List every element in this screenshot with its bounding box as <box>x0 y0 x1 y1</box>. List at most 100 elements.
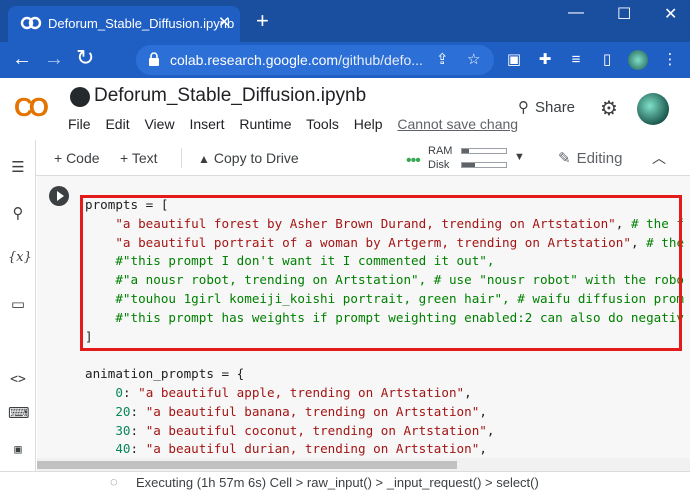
code-token: , <box>464 384 472 400</box>
collapse-header-icon[interactable]: ︿ <box>652 148 666 168</box>
reload-icon[interactable]: ↻ <box>76 47 94 69</box>
profile-avatar-icon[interactable] <box>628 50 648 70</box>
avatar[interactable] <box>637 93 669 125</box>
url-text: colab.research.google.com/github/defo... <box>170 52 423 68</box>
scrollbar-thumb[interactable] <box>37 461 457 469</box>
code-token: 40 <box>115 441 131 457</box>
connected-check-icon: ••• <box>406 152 421 169</box>
url-host: colab.research.google.com <box>170 52 339 68</box>
ram-bar <box>461 148 507 154</box>
browser-tab-bar: Deforum_Stable_Diffusion.ipynb ✕ + — ☐ ✕ <box>0 0 690 42</box>
code-token: 20 <box>115 403 131 419</box>
share-icon: ⚲ <box>518 99 529 116</box>
code-line: 30: "a beautiful coconut, trending on Ar… <box>85 422 684 441</box>
colab-header: CO Deforum_Stable_Diffusion.ipynb File E… <box>0 78 690 140</box>
github-icon <box>70 87 90 107</box>
menu-tools[interactable]: Tools <box>306 116 339 132</box>
menu-insert[interactable]: Insert <box>189 116 224 132</box>
code-line: 0: "a beautiful apple, trending on Artst… <box>85 384 684 403</box>
code-line: animation_prompts = { <box>85 365 684 384</box>
notebook-toolbar: + Code + Text ▲ Copy to Drive ••• RAM Dis… <box>0 140 690 176</box>
terminal-icon[interactable]: ▣ <box>8 439 28 459</box>
run-cell-button[interactable] <box>49 186 69 206</box>
back-arrow-icon[interactable]: ← <box>12 48 32 70</box>
runtime-dropdown-icon[interactable]: ▼ <box>514 151 525 163</box>
horizontal-scrollbar[interactable] <box>37 458 690 471</box>
code-line: 40: "a beautiful durian, trending on Art… <box>85 440 684 459</box>
command-palette-icon[interactable]: ⌨ <box>8 404 30 424</box>
forward-arrow-icon[interactable]: → <box>44 48 64 70</box>
share-button[interactable]: ⚲ Share <box>518 98 575 116</box>
copy-to-drive-button[interactable]: ▲ Copy to Drive <box>198 150 299 166</box>
code-token: 0 <box>115 384 123 400</box>
colab-favicon-icon <box>20 16 42 30</box>
pencil-icon: ✎ <box>558 150 571 167</box>
side-panel-icon[interactable]: ▯ <box>597 50 617 70</box>
code-snippets-icon[interactable]: <> <box>8 370 28 390</box>
code-token: animation_prompts = { <box>85 366 245 382</box>
code-token: , <box>479 403 487 419</box>
url-field[interactable]: colab.research.google.com/github/defo...… <box>136 45 494 75</box>
share-page-icon[interactable]: ⇪ <box>436 50 449 68</box>
browser-menu-icon[interactable]: ⋮ <box>660 50 680 70</box>
ram-bar-fill <box>462 149 469 153</box>
add-code-button[interactable]: + Code <box>54 150 100 166</box>
tab-close-icon[interactable]: ✕ <box>218 13 231 31</box>
menu-help[interactable]: Help <box>354 116 383 132</box>
code-line: 20: "a beautiful banana, trending on Art… <box>85 403 684 422</box>
resource-indicator[interactable]: ••• RAM Disk <box>406 144 516 174</box>
menu-view[interactable]: View <box>144 116 174 132</box>
bookmark-star-icon[interactable]: ☆ <box>467 50 480 68</box>
tab-title: Deforum_Stable_Diffusion.ipynb <box>48 16 235 31</box>
menu-edit[interactable]: Edit <box>105 116 129 132</box>
minimize-icon[interactable]: — <box>568 4 584 22</box>
browser-tab[interactable]: Deforum_Stable_Diffusion.ipynb ✕ <box>8 6 240 42</box>
window-close-icon[interactable]: ✕ <box>664 4 677 24</box>
code-token: : <box>122 384 139 400</box>
search-icon[interactable]: ⚲ <box>8 204 28 224</box>
lock-icon <box>149 52 159 66</box>
editing-label: Editing <box>576 150 623 167</box>
drive-icon: ▲ <box>198 152 210 166</box>
code-token: : <box>130 441 146 457</box>
code-cell[interactable]: prompts = [ "a beautiful forest by Asher… <box>37 176 690 458</box>
settings-gear-icon[interactable]: ⚙ <box>600 96 618 121</box>
code-token: : <box>130 403 146 419</box>
maximize-icon[interactable]: ☐ <box>617 4 631 24</box>
editing-mode-button[interactable]: ✎ Editing <box>558 149 622 167</box>
logo-text: CO <box>14 92 49 122</box>
code-token: "a beautiful banana, trending on Artstat… <box>145 403 480 419</box>
menu-file[interactable]: File <box>68 116 91 132</box>
table-of-contents-icon[interactable]: ☰ <box>8 158 28 178</box>
reading-list-icon[interactable]: ≡ <box>566 50 586 70</box>
share-label: Share <box>535 99 576 116</box>
status-bar: ◌ Executing (1h 57m 6s) Cell > raw_input… <box>0 471 690 493</box>
code-token: "a beautiful coconut, trending on Artsta… <box>145 422 487 438</box>
notebook-title[interactable]: Deforum_Stable_Diffusion.ipynb <box>94 85 366 107</box>
copy-to-drive-label: Copy to Drive <box>213 150 299 166</box>
extension-icon[interactable]: ▣ <box>504 50 524 70</box>
disk-bar-fill <box>462 163 476 167</box>
variables-icon[interactable]: {x} <box>8 248 32 268</box>
add-text-button[interactable]: + Text <box>120 150 158 166</box>
notebook-main: prompts = [ "a beautiful forest by Asher… <box>37 176 690 471</box>
code-token: , <box>479 441 487 457</box>
menu-runtime[interactable]: Runtime <box>239 116 291 132</box>
unsaved-notice-link[interactable]: Cannot save chang <box>397 116 518 132</box>
menu-bar: File Edit View Insert Runtime Tools Help… <box>68 116 529 132</box>
files-folder-icon[interactable]: ▭ <box>8 295 28 315</box>
code-token: "a beautiful durian, trending on Artstat… <box>145 441 480 457</box>
colab-logo[interactable]: CO <box>14 92 49 123</box>
url-path: /github/defo... <box>338 52 423 68</box>
toolbar-divider <box>181 148 182 168</box>
side-panel: ☰ ⚲ {x} ▭ <> ⌨ ▣ <box>0 140 36 471</box>
code-token: "a beautiful apple, trending on Artstati… <box>138 384 465 400</box>
status-text: Executing (1h 57m 6s) Cell > raw_input()… <box>136 475 539 490</box>
new-tab-button[interactable]: + <box>256 10 269 32</box>
puzzle-extensions-icon[interactable]: ✚ <box>535 50 555 70</box>
execution-spinner-icon: ◌ <box>110 474 118 489</box>
